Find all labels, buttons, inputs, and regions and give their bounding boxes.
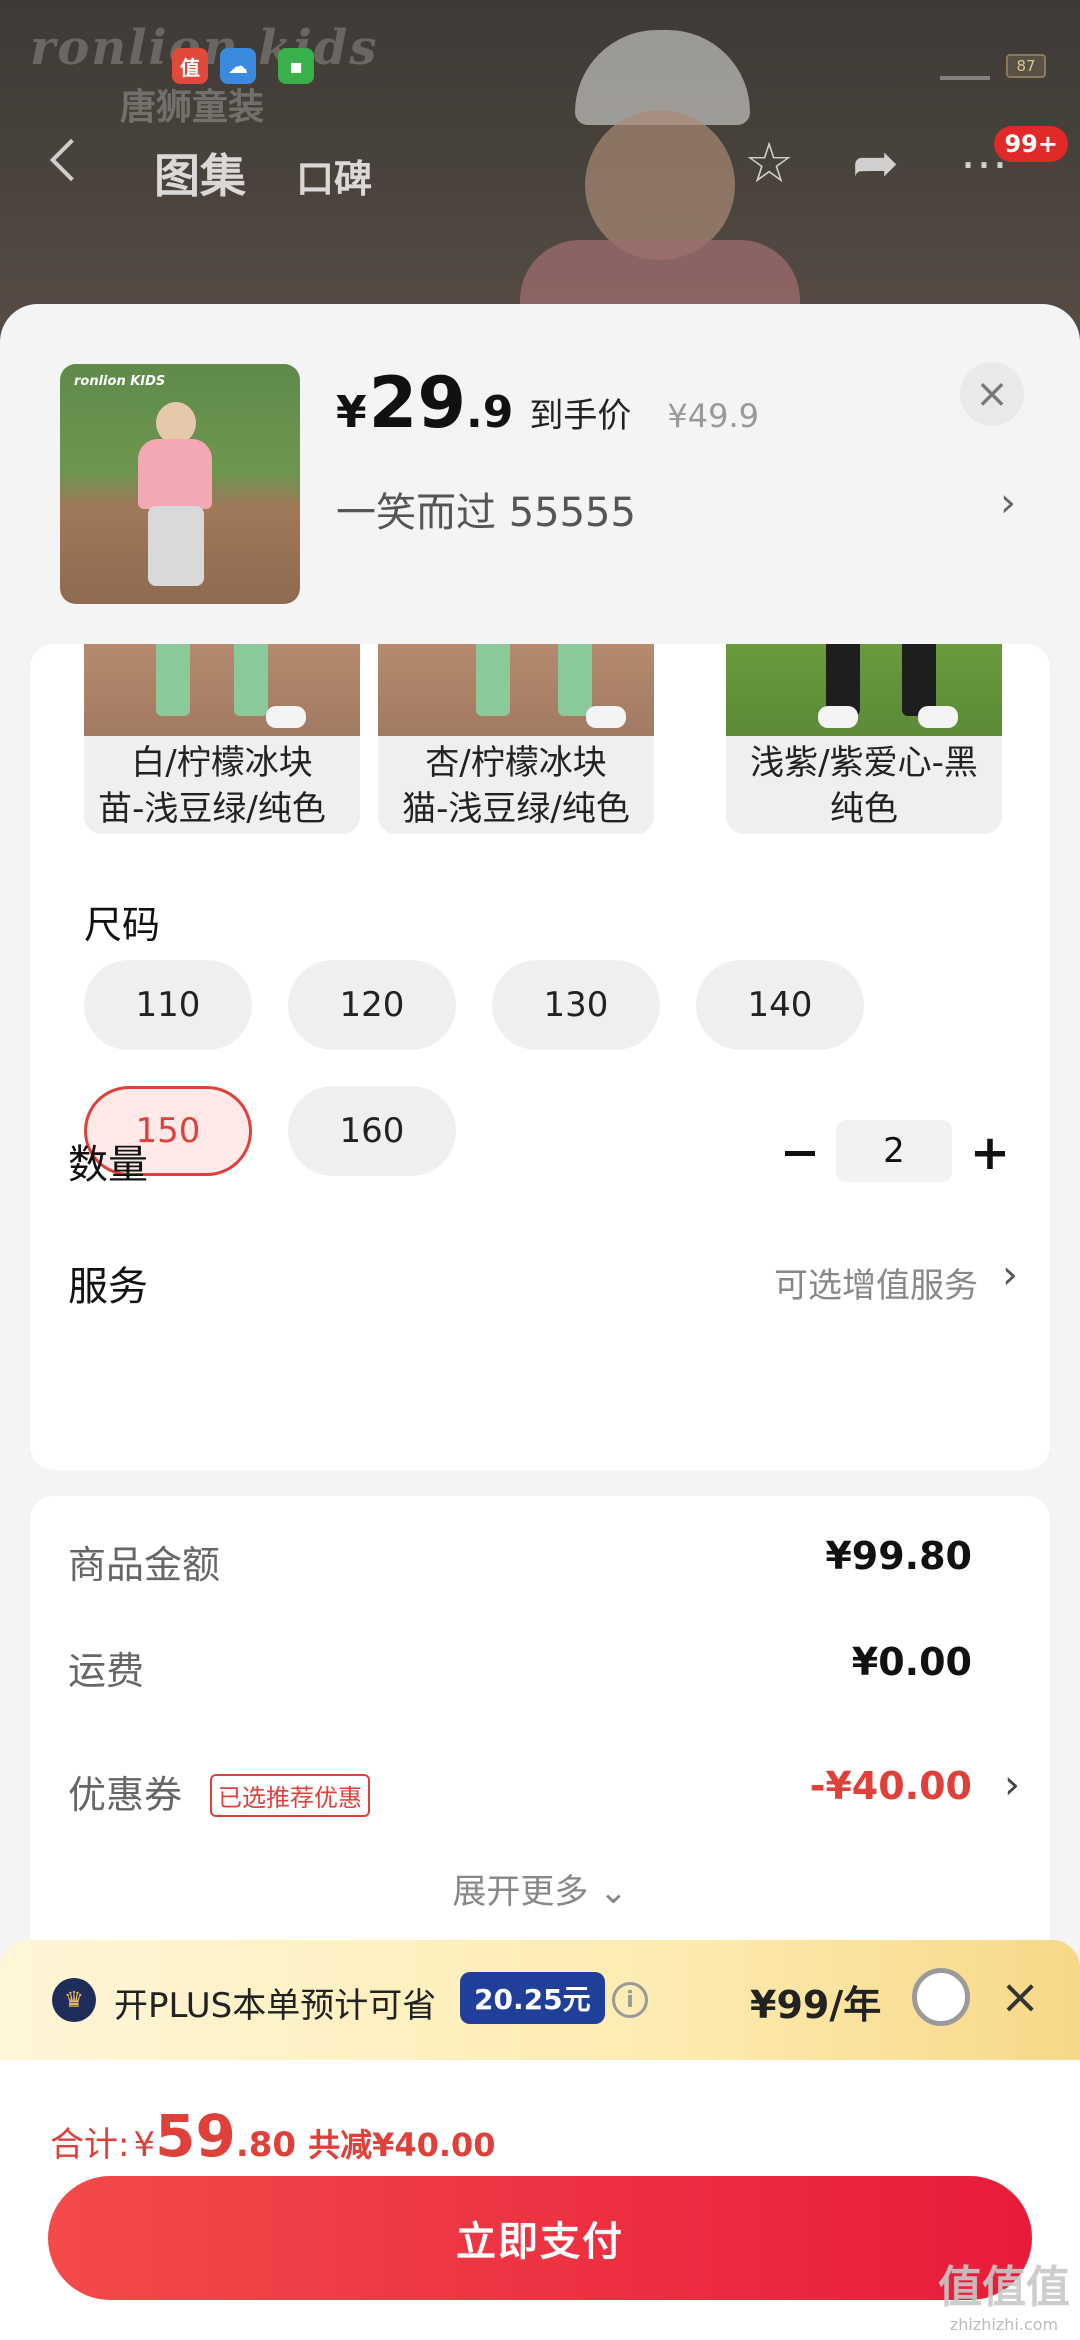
service-label: 服务: [68, 1264, 148, 1310]
goods-amount-value: ¥99.80: [825, 1534, 972, 1578]
color-label-line2: 纯色: [830, 789, 898, 829]
close-icon[interactable]: ×: [1000, 1968, 1040, 2026]
thumbnail-figure-head: [156, 402, 196, 444]
message-app-icon: ▪: [278, 48, 314, 84]
chevron-right-icon[interactable]: ›: [1004, 1762, 1020, 1808]
product-photo-face: [585, 110, 735, 260]
image-leg: [234, 644, 268, 716]
total-label: 合计:: [50, 2125, 130, 2165]
chevron-right-icon[interactable]: ›: [1000, 480, 1016, 526]
back-icon[interactable]: [49, 138, 93, 182]
info-icon[interactable]: i: [612, 1982, 648, 2018]
quantity-value[interactable]: 2: [836, 1120, 952, 1182]
plus-savings-badge: 20.25元: [460, 1972, 605, 2024]
order-total: 合计: ¥ 59 .80 共减¥40.00: [50, 2102, 496, 2170]
close-button[interactable]: ×: [960, 362, 1024, 426]
quantity-decrease-button[interactable]: [770, 1118, 830, 1188]
shipping-value: ¥0.00: [851, 1640, 972, 1684]
pay-now-button[interactable]: 立即支付: [48, 2176, 1032, 2300]
service-value[interactable]: 可选增值服务: [774, 1258, 978, 1307]
size-option-160[interactable]: 160: [288, 1086, 456, 1176]
thumbnail-brand-logo: ronlion KIDS: [74, 374, 166, 389]
checkout-footer: 合计: ¥ 59 .80 共减¥40.00 立即支付 值值值 zhizhizhi…: [0, 2060, 1080, 2340]
color-label-line1: 杏/柠檬冰块: [425, 743, 607, 783]
coupon-label: 优惠券: [68, 1773, 183, 1817]
color-label-line2: 猫-浅豆绿/纯色: [402, 789, 630, 829]
color-option[interactable]: 浅紫/紫爱心-黑 纯色: [726, 644, 1002, 834]
plus-membership-banner: ♛ 开PLUS本单预计可省 20.25元 i ¥99/年 ×: [0, 1940, 1080, 2060]
chevron-right-icon[interactable]: ›: [1002, 1252, 1018, 1298]
image-shoe: [586, 706, 626, 728]
coupon-value[interactable]: -¥40.00: [810, 1764, 972, 1808]
image-leg: [156, 644, 190, 716]
zhi-app-icon: 值: [172, 48, 208, 84]
total-currency: ¥: [133, 2125, 156, 2165]
color-option-label: 浅紫/紫爱心-黑 纯色: [726, 736, 1002, 834]
product-summary: ronlion KIDS ¥ 29 .9 到手价 ¥49.9 × 一笑而过 55…: [0, 304, 1080, 644]
color-option-image: [378, 644, 654, 736]
cloud-app-icon: ☁: [220, 48, 256, 84]
price-line: ¥ 29 .9 到手价 ¥49.9: [336, 362, 759, 444]
size-option-120[interactable]: 120: [288, 960, 456, 1050]
plus-select-radio[interactable]: [912, 1968, 970, 2026]
quantity-increase-button[interactable]: +: [960, 1118, 1020, 1188]
total-decimal: .80: [235, 2125, 297, 2165]
expand-more-link[interactable]: 展开更多 ⌄: [30, 1864, 1050, 1913]
coupon-tag: 已选推荐优惠: [210, 1774, 370, 1817]
shipping-label: 运费: [68, 1649, 145, 1693]
signal-icon: [940, 50, 990, 80]
favorite-star-icon[interactable]: ☆: [744, 136, 794, 192]
thumbnail-figure-shirt: [138, 439, 212, 509]
sku-selection-sheet: ronlion KIDS ¥ 29 .9 到手价 ¥49.9 × 一笑而过 55…: [0, 304, 1080, 2340]
size-option-130[interactable]: 130: [492, 960, 660, 1050]
color-option-image: [84, 644, 360, 736]
share-icon[interactable]: ➦: [852, 136, 899, 192]
notification-badge: 99+: [994, 126, 1068, 162]
product-thumbnail[interactable]: ronlion KIDS: [60, 364, 300, 604]
color-options: 白/柠檬冰块 苗-浅豆绿/纯色 杏/柠檬冰块 猫-浅豆绿/纯色 浅紫/紫爱心-黑…: [84, 644, 1050, 874]
watermark-url: zhizhizhi.com: [949, 2315, 1059, 2334]
selection-card: 白/柠檬冰块 苗-浅豆绿/纯色 杏/柠檬冰块 猫-浅豆绿/纯色 浅紫/紫爱心-黑…: [30, 644, 1050, 1470]
plus-crown-icon: ♛: [52, 1978, 96, 2022]
plus-price: ¥99/年: [750, 1983, 882, 2027]
total-integer: 59: [155, 2102, 236, 2170]
color-label-line2: 苗-浅豆绿/纯色: [98, 789, 326, 829]
color-option-label: 白/柠檬冰块 苗-浅豆绿/纯色: [84, 736, 360, 834]
watermark-logo: 值值值: [938, 2262, 1070, 2313]
size-option-140[interactable]: 140: [696, 960, 864, 1050]
size-title: 尺码: [84, 903, 161, 947]
color-option[interactable]: 杏/柠檬冰块 猫-浅豆绿/纯色: [378, 644, 654, 834]
color-option[interactable]: 白/柠檬冰块 苗-浅豆绿/纯色: [84, 644, 360, 834]
final-price-tag: 到手价: [529, 396, 632, 436]
goods-amount-label: 商品金额: [68, 1543, 221, 1587]
color-option-image: [726, 644, 1002, 736]
color-option-label: 杏/柠檬冰块 猫-浅豆绿/纯色: [378, 736, 654, 834]
total-discount: 共减¥40.00: [308, 2126, 496, 2164]
size-option-110[interactable]: 110: [84, 960, 252, 1050]
selected-variant-text[interactable]: 一笑而过 55555: [336, 480, 636, 538]
original-price: ¥49.9: [667, 397, 759, 435]
image-shoe: [266, 706, 306, 728]
tab-gallery[interactable]: 图集: [154, 140, 246, 206]
quantity-label: 数量: [68, 1142, 148, 1188]
tab-reviews[interactable]: 口碑: [296, 148, 372, 203]
price-symbol: ¥: [336, 387, 367, 438]
price-decimal: .9: [466, 387, 514, 438]
battery-icon: 87: [1006, 54, 1046, 78]
watermark: 值值值 zhizhizhi.com: [938, 2251, 1070, 2334]
image-leg: [476, 644, 510, 716]
color-label-line1: 白/柠檬冰块: [131, 743, 313, 783]
price-integer: 29: [368, 362, 467, 444]
plus-promo-text: 开PLUS本单预计可省: [114, 1986, 437, 2026]
image-shoe: [818, 706, 858, 728]
thumbnail-figure-pants: [148, 506, 204, 586]
image-leg: [558, 644, 592, 716]
color-label-line1: 浅紫/紫爱心-黑: [750, 743, 978, 783]
brand-subtitle: 唐狮童装: [120, 87, 265, 128]
image-shoe: [918, 706, 958, 728]
